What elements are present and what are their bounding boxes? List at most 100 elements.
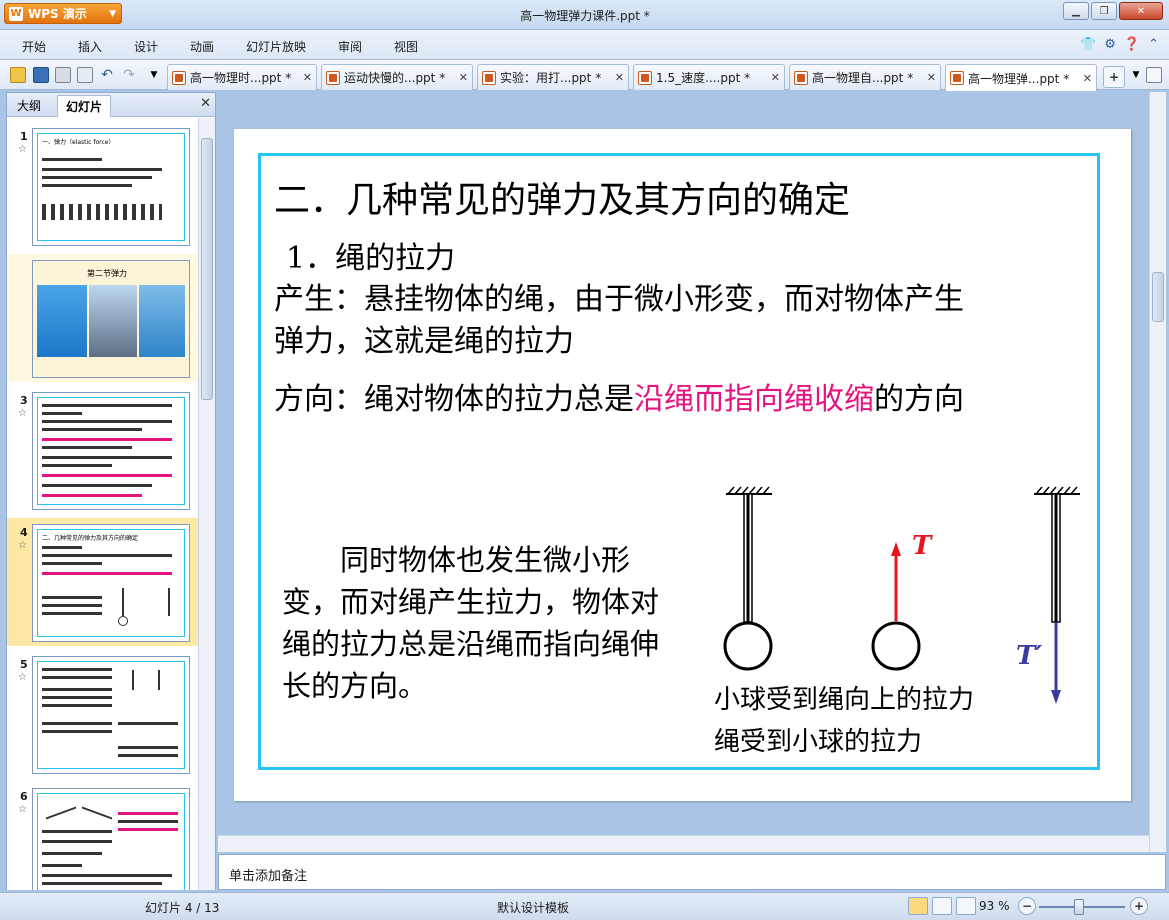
label-T: T [912,531,933,561]
arrow-T-head [891,542,901,556]
menu-bar: 开始 插入 设计 动画 幻灯片放映 审阅 视图 👕 ⚙ ❓ ⌃ [0,30,1169,60]
slide-para2[interactable]: 方向：绳对物体的拉力总是沿绳而指向绳收缩的方向 [274,379,964,421]
skin-icon[interactable]: 👕 [1080,37,1096,52]
tab-label: 1.5_速度....ppt * [656,71,751,85]
tab-doc-2[interactable]: 运动快慢的...ppt * ✕ [321,64,473,90]
tab-close-icon[interactable]: ✕ [453,71,468,84]
redo-icon[interactable]: ↷ [121,67,137,83]
design-template-label[interactable]: 默认设计模板 [497,899,569,916]
tab-label: 高一物理自...ppt * [812,71,914,85]
ppt-file-icon [172,70,186,85]
animation-star-icon: ☆ [18,540,27,551]
close-button[interactable]: ✕ [1119,2,1163,20]
zoom-in-button[interactable]: + [1130,897,1148,915]
tab-doc-3[interactable]: 实验：用打...ppt * ✕ [477,64,629,90]
diagram-caption-2[interactable]: 绳受到小球的拉力 [714,721,922,758]
animation-star-icon: ☆ [18,144,27,155]
ceiling-2 [1034,486,1080,495]
settings-icon[interactable]: ⚙ [1104,37,1116,52]
print-icon[interactable] [55,67,71,83]
slide-horizontal-scrollbar[interactable] [218,835,1149,852]
open-icon[interactable] [10,67,26,83]
status-bar: 幻灯片 4 / 13 默认设计模板 93 % − + [0,892,1169,920]
slideshow-view-icon[interactable] [956,897,976,915]
menu-design[interactable]: 设计 [134,38,158,55]
tab-label: 实验：用打...ppt * [500,71,602,85]
menu-insert[interactable]: 插入 [78,38,102,55]
help-icon[interactable]: ❓ [1124,37,1140,52]
tab-close-icon[interactable]: ✕ [921,71,936,84]
slide-side-text[interactable]: 同时物体也发生微小形变，而对绳产生拉力，物体对绳的拉力总是沿绳而指向绳伸长的方向… [282,539,682,707]
slide-para1-line1[interactable]: 产生：悬挂物体的绳，由于微小形变，而对物体产生 [274,279,964,321]
slide-thumbnail-5[interactable]: 5 ☆ [7,650,199,778]
restore-button[interactable]: ❐ [1091,2,1117,20]
ppt-file-icon [326,70,340,85]
slide-canvas-area: 二．几种常见的弹力及其方向的确定 1．绳的拉力 产生：悬挂物体的绳，由于微小形变… [218,92,1166,852]
animation-star-icon: ☆ [18,672,27,683]
menu-animation[interactable]: 动画 [190,38,214,55]
tab-close-icon[interactable]: ✕ [609,71,624,84]
window-title: 高一物理弹力课件.ppt * [520,9,650,23]
tab-close-icon[interactable]: ✕ [297,71,312,84]
app-menu-button[interactable]: W WPS 演示 ▼ [4,3,122,24]
app-logo-label: WPS 演示 [28,7,87,21]
tab-label: 高一物理时...ppt * [190,71,292,85]
new-tab-button[interactable]: + [1103,66,1125,88]
minimize-button[interactable]: ▁ [1063,2,1089,20]
arrow-T-prime-head [1051,690,1061,704]
slide-panel: 大纲 幻灯片 ✕ 1 ☆ 一、弹力（elastic force） 第二节弹力 3… [6,92,216,890]
animation-star-icon: ☆ [18,408,27,419]
slide-subtitle[interactable]: 1．绳的拉力 [286,233,455,277]
slide-thumbnail-2[interactable]: 第二节弹力 [7,254,199,382]
slide-thumbnail-list[interactable]: 1 ☆ 一、弹力（elastic force） 第二节弹力 3 ☆ 4 ☆ 二、… [7,118,199,890]
tab-outline[interactable]: 大纲 [9,95,49,117]
title-bar: W WPS 演示 ▼ 高一物理弹力课件.ppt * ▁ ❐ ✕ [0,0,1169,30]
menu-slideshow[interactable]: 幻灯片放映 [246,38,306,55]
slide-vertical-scrollbar[interactable] [1149,92,1166,852]
save-icon[interactable] [33,67,49,83]
tab-layout-icon[interactable] [1146,67,1162,83]
tab-slides[interactable]: 幻灯片 [57,95,112,117]
tab-close-icon[interactable]: ✕ [765,71,780,84]
tab-label: 高一物理弹...ppt * [968,71,1070,86]
quick-toolbar: ↶ ↷ ▼ 高一物理时...ppt * ✕ 运动快慢的...ppt * ✕ 实验… [0,60,1169,91]
slide-thumbnail-4-selected[interactable]: 4 ☆ 二、几种常见的弹力及其方向的确定 [7,518,199,646]
thumbnail-scrollbar[interactable] [198,118,215,890]
diagram-caption-1[interactable]: 小球受到绳向上的拉力 [714,679,974,716]
slide-para1-line2[interactable]: 弹力，这就是绳的拉力 [274,321,574,363]
menu-home[interactable]: 开始 [22,38,46,55]
slide-canvas[interactable]: 二．几种常见的弹力及其方向的确定 1．绳的拉力 产生：悬挂物体的绳，由于微小形变… [234,129,1131,801]
tab-doc-4[interactable]: 1.5_速度....ppt * ✕ [633,64,785,90]
normal-view-icon[interactable] [908,897,928,915]
tab-doc-5[interactable]: 高一物理自...ppt * ✕ [789,64,941,90]
ceiling-1 [726,486,772,495]
slide-thumbnail-6[interactable]: 6 ☆ [7,782,199,890]
print-preview-icon[interactable] [77,67,93,83]
zoom-out-button[interactable]: − [1018,897,1036,915]
ppt-file-icon [794,70,808,85]
chevron-down-icon: ▼ [109,8,116,19]
slide-thumbnail-3[interactable]: 3 ☆ [7,386,199,514]
zoom-slider-handle[interactable] [1074,899,1084,915]
rope-force-diagram[interactable]: T T′ [704,474,1114,709]
undo-icon[interactable]: ↶ [99,67,115,83]
ppt-file-icon [638,70,652,85]
menu-view[interactable]: 视图 [394,38,418,55]
notes-placeholder: 单击添加备注 [229,869,308,884]
tab-list-icon[interactable]: ▼ [1128,67,1144,83]
ribbon-toggle-icon[interactable]: ⌃ [1148,37,1159,52]
slide-thumbnail-1[interactable]: 1 ☆ 一、弹力（elastic force） [7,122,199,250]
slide-indicator: 幻灯片 4 / 13 [145,901,220,915]
toolbar-dropdown-icon[interactable]: ▼ [146,67,162,83]
tab-doc-1[interactable]: 高一物理时...ppt * ✕ [167,64,317,90]
close-icon[interactable]: ✕ [200,96,211,111]
tab-doc-6-active[interactable]: 高一物理弹...ppt * ✕ [945,64,1097,91]
slide-sorter-view-icon[interactable] [932,897,952,915]
menu-review[interactable]: 审阅 [338,38,362,55]
tab-close-icon[interactable]: ✕ [1077,72,1092,85]
zoom-level[interactable]: 93 % [979,899,1010,913]
notes-pane[interactable]: 单击添加备注 [218,854,1166,890]
ball-1 [723,621,773,671]
ball-2 [871,621,921,671]
slide-title[interactable]: 二．几种常见的弹力及其方向的确定 [274,171,850,223]
